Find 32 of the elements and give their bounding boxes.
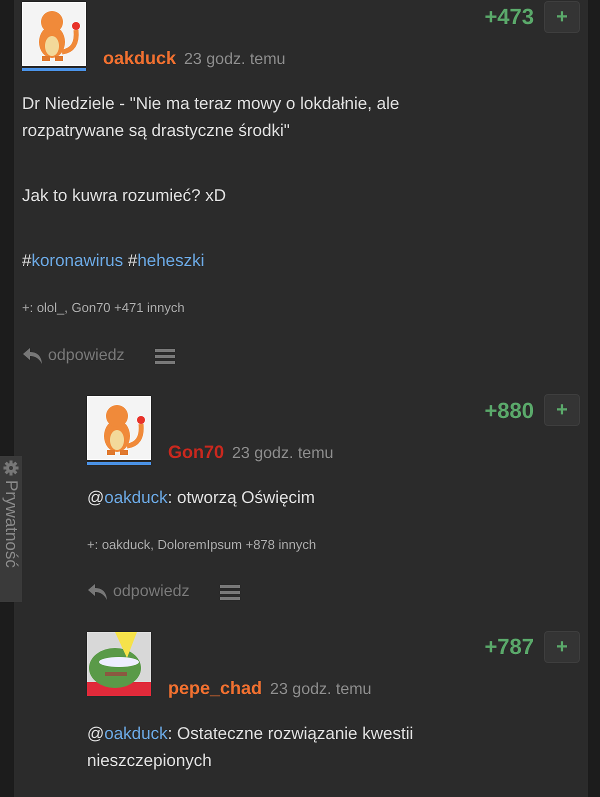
privacy-label: Prywatność	[1, 480, 21, 568]
upvote-button[interactable]: +	[544, 630, 580, 662]
comment-text: @oakduck: Ostateczne rozwiązanie kwestii nieszczepionych	[87, 723, 414, 772]
reply-icon	[22, 346, 44, 364]
vote-score: +473	[484, 3, 534, 31]
tag-link[interactable]: heheszki	[137, 251, 204, 270]
vote-score: +880	[484, 396, 534, 424]
timestamp: 23 godz. temu	[184, 50, 286, 70]
upvote-button[interactable]: +	[544, 0, 580, 32]
reply-icon	[87, 583, 109, 601]
comment-text: #koronawirus #heheszki	[22, 250, 206, 272]
reply-button[interactable]: odpowiedz	[87, 580, 190, 604]
comment-text: Dr Niedziele - "Nie ma teraz mowy o lokdałnie, ale rozpatrywane są drastyczne środki"	[22, 93, 400, 142]
username-link[interactable]: pepe_chad	[168, 675, 262, 702]
tag-link[interactable]: oakduck	[104, 488, 168, 506]
likers-text: +: olol_, Gon70 +471 innych	[22, 299, 186, 317]
settings-icon	[3, 460, 19, 476]
comment-text: @oakduck: otworzą Oświęcim	[87, 486, 316, 508]
timestamp: 23 godz. temu	[270, 680, 372, 700]
username-link[interactable]: oakduck	[103, 45, 176, 72]
comment-text: Jak to kuwra rozumieć? xD	[22, 185, 228, 207]
menu-icon[interactable]	[154, 348, 174, 364]
privacy-tab[interactable]: Prywatność	[0, 456, 22, 602]
tag-link[interactable]: koronawirus	[31, 251, 124, 270]
tag-link[interactable]: oakduck	[104, 724, 168, 743]
reply-button[interactable]: odpowiedz	[22, 344, 124, 368]
vote-score: +787	[484, 633, 534, 661]
menu-icon[interactable]	[220, 584, 240, 600]
username-link[interactable]: Gon70	[168, 438, 224, 466]
timestamp: 23 godz. temu	[232, 444, 334, 464]
upvote-button[interactable]: +	[544, 394, 580, 426]
likers-text: +: oakduck, DoloremIpsum +878 innych	[87, 536, 318, 554]
